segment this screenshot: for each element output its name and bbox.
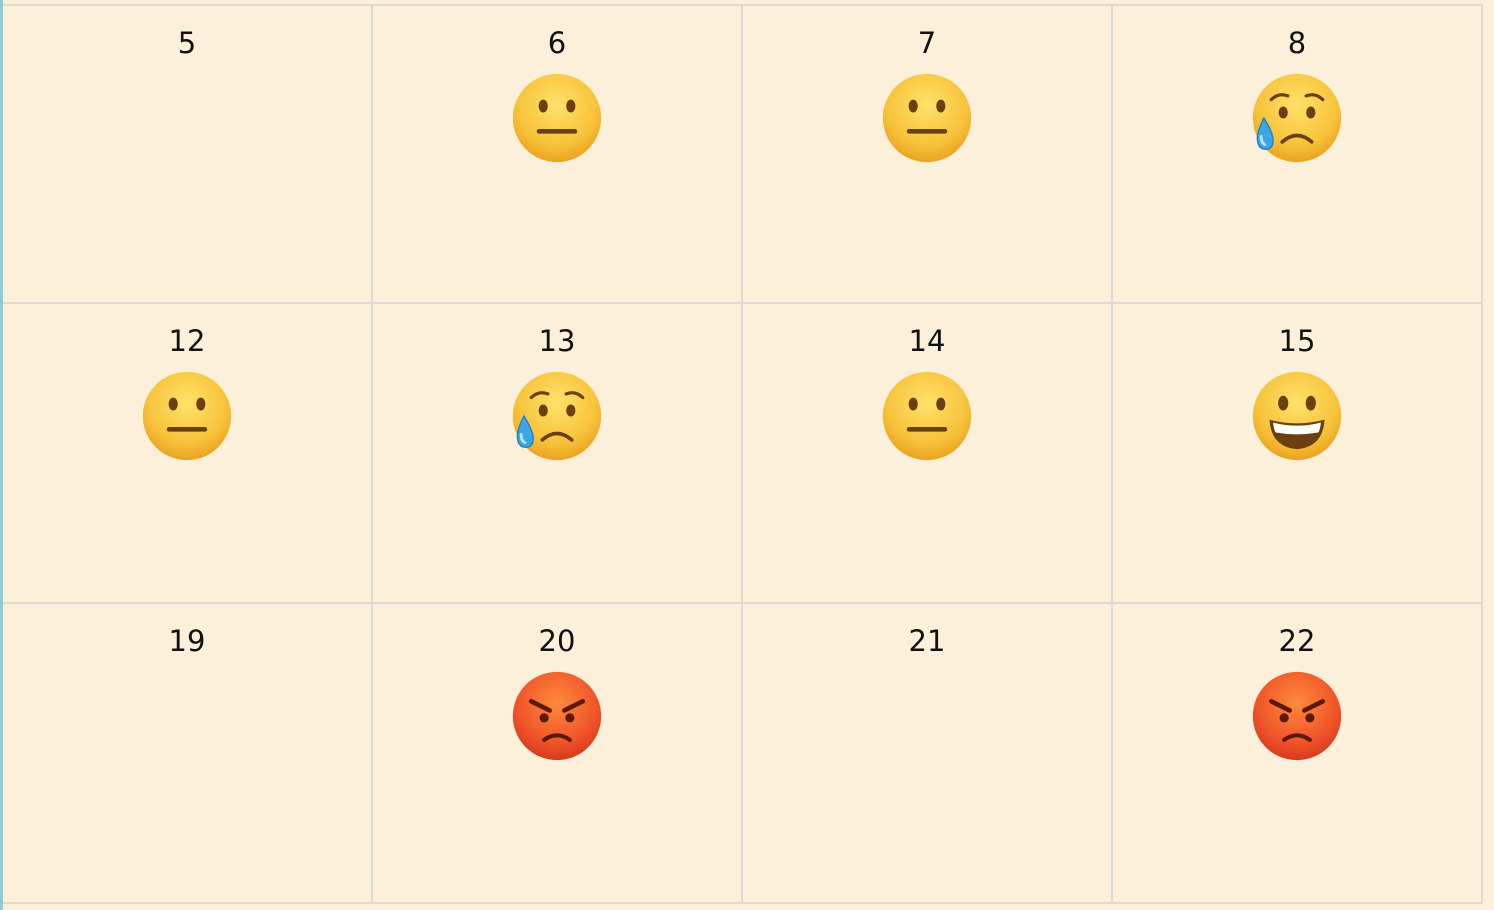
mood-calendar: 5 6 7 8 12 13 14 15 19 20 21 22 <box>0 0 1494 910</box>
day-number: 14 <box>908 324 946 358</box>
neutral-face-icon <box>141 370 233 462</box>
calendar-day-cell[interactable]: 19 <box>3 604 373 904</box>
day-number: 5 <box>177 26 197 60</box>
day-number: 8 <box>1287 26 1307 60</box>
calendar-day-cell[interactable]: 13 <box>373 304 743 604</box>
day-number: 6 <box>547 26 567 60</box>
grinning-face-icon <box>1251 370 1343 462</box>
angry-face-icon <box>511 670 603 762</box>
day-number: 20 <box>538 624 576 658</box>
day-number: 7 <box>917 26 937 60</box>
calendar-day-cell[interactable]: 22 <box>1113 604 1483 904</box>
calendar-day-cell[interactable]: 12 <box>3 304 373 604</box>
neutral-face-icon <box>881 72 973 164</box>
calendar-day-cell[interactable]: 8 <box>1113 4 1483 304</box>
neutral-face-icon <box>511 72 603 164</box>
sad-sweat-face-icon <box>1251 72 1343 164</box>
day-number: 21 <box>908 624 946 658</box>
calendar-day-cell[interactable]: 21 <box>743 604 1113 904</box>
angry-face-icon <box>1251 670 1343 762</box>
calendar-day-cell[interactable]: 14 <box>743 304 1113 604</box>
neutral-face-icon <box>881 370 973 462</box>
calendar-day-cell[interactable]: 20 <box>373 604 743 904</box>
sad-sweat-face-icon <box>511 370 603 462</box>
day-number: 15 <box>1278 324 1316 358</box>
calendar-day-cell[interactable]: 15 <box>1113 304 1483 604</box>
day-number: 12 <box>168 324 206 358</box>
calendar-grid: 5 6 7 8 12 13 14 15 19 20 21 22 <box>3 4 1483 904</box>
calendar-day-cell[interactable]: 6 <box>373 4 743 304</box>
day-number: 13 <box>538 324 576 358</box>
day-number: 22 <box>1278 624 1316 658</box>
calendar-day-cell[interactable]: 7 <box>743 4 1113 304</box>
day-number: 19 <box>168 624 206 658</box>
calendar-day-cell[interactable]: 5 <box>3 4 373 304</box>
